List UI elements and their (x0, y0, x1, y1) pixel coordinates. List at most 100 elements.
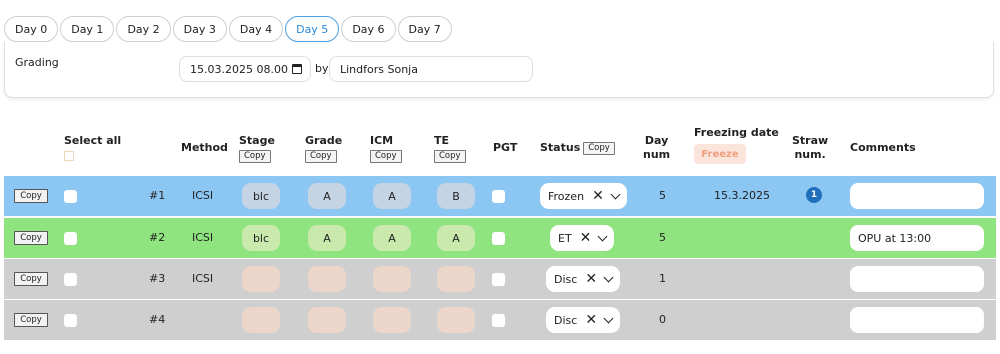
pgt-checkbox[interactable] (492, 273, 505, 286)
embryo-number: #1 (149, 189, 166, 202)
tab-day-7[interactable]: Day 7 (397, 16, 452, 42)
te-field[interactable]: B (437, 183, 475, 209)
tab-day-2[interactable]: Day 2 (116, 16, 171, 42)
row-select-checkbox[interactable] (64, 232, 77, 245)
close-icon[interactable]: ✕ (585, 313, 597, 327)
grading-datetime-field[interactable]: 15.03.2025 08.00 (179, 56, 311, 82)
row-select-checkbox[interactable] (64, 273, 77, 286)
chevron-down-icon[interactable] (597, 231, 608, 241)
tab-day-0[interactable]: Day 0 (4, 16, 59, 42)
stage-field[interactable] (242, 307, 280, 333)
row-copy-button[interactable]: Copy (14, 231, 48, 245)
status-select[interactable]: Disc ✕ (546, 266, 621, 292)
comment-field[interactable] (850, 266, 984, 292)
icm-header: ICM Copy (370, 134, 402, 163)
grade-field[interactable]: A (308, 183, 346, 209)
grade-copy-button[interactable]: Copy (305, 150, 337, 163)
row-copy-button[interactable]: Copy (14, 313, 48, 327)
tab-day-5[interactable]: Day 5 (285, 16, 340, 42)
select-all-header: Select all (64, 134, 121, 161)
grading-datetime-value: 15.03.2025 08.00 (190, 62, 288, 76)
tab-day-6[interactable]: Day 6 (341, 16, 396, 42)
status-select[interactable]: Frozen ✕ (540, 183, 627, 209)
icm-field[interactable] (373, 307, 411, 333)
method-value: ICSI (192, 189, 214, 202)
table-row: Copy #1 ICSI blc A A B Frozen ✕ 5 15.3.2… (4, 176, 996, 216)
status-select[interactable]: Disc ✕ (546, 307, 621, 333)
te-header-label: TE (434, 134, 450, 147)
embryo-number: #3 (149, 272, 166, 285)
chevron-down-icon[interactable] (610, 189, 621, 199)
by-label: by (315, 62, 329, 75)
row-select-checkbox[interactable] (64, 190, 77, 203)
grading-user-value: Lindfors Sonja (340, 62, 418, 76)
day-num-value: 1 (659, 272, 666, 285)
grade-field[interactable] (308, 266, 346, 292)
comment-field[interactable]: OPU at 13:00 (850, 225, 984, 251)
day-num-header: Day num (643, 134, 670, 162)
grading-label: Grading (15, 56, 59, 69)
row-copy-button[interactable]: Copy (14, 189, 48, 203)
tab-day-4[interactable]: Day 4 (228, 16, 284, 42)
status-value: Frozen (548, 189, 585, 203)
select-all-label: Select all (64, 134, 122, 147)
calendar-icon[interactable] (292, 64, 302, 74)
pgt-header: PGT (493, 141, 518, 154)
day-num-value: 5 (659, 231, 666, 244)
freezing-date-header: Freezing date (694, 126, 779, 139)
pgt-checkbox[interactable] (492, 190, 505, 203)
status-header-label: Status (540, 141, 581, 154)
te-copy-button[interactable]: Copy (434, 150, 466, 163)
tab-day-1[interactable]: Day 1 (60, 16, 115, 42)
grade-field[interactable] (308, 307, 346, 333)
stage-field[interactable]: blc (242, 225, 280, 251)
stage-copy-button[interactable]: Copy (239, 150, 271, 163)
icm-field[interactable]: A (373, 225, 411, 251)
chevron-down-icon[interactable] (603, 313, 614, 323)
grade-header-label: Grade (305, 134, 343, 147)
tab-day-3[interactable]: Day 3 (172, 16, 227, 42)
day-num-header-line1: Day (644, 134, 669, 147)
close-icon[interactable]: ✕ (585, 272, 597, 286)
comment-field[interactable] (850, 183, 984, 209)
day-num-header-line2: num (643, 148, 671, 161)
day-num-value: 0 (659, 313, 666, 326)
icm-field[interactable]: A (373, 183, 411, 209)
icm-field[interactable] (373, 266, 411, 292)
status-select[interactable]: ET ✕ (550, 225, 615, 251)
pgt-checkbox[interactable] (492, 314, 505, 327)
stage-field[interactable] (242, 266, 280, 292)
row-select-checkbox[interactable] (64, 314, 77, 327)
close-icon[interactable]: ✕ (580, 231, 592, 245)
method-header: Method (181, 141, 228, 154)
icm-header-label: ICM (370, 134, 394, 147)
icm-copy-button[interactable]: Copy (370, 150, 402, 163)
method-value: ICSI (192, 272, 214, 285)
status-copy-button[interactable]: Copy (583, 141, 615, 155)
pgt-checkbox[interactable] (492, 232, 505, 245)
grading-user-field[interactable]: Lindfors Sonja (329, 56, 533, 82)
close-icon[interactable]: ✕ (592, 189, 604, 203)
status-value: ET (558, 231, 572, 245)
chevron-down-icon[interactable] (603, 272, 614, 282)
te-field[interactable]: A (437, 225, 475, 251)
select-all-checkbox[interactable] (64, 151, 74, 161)
grade-field[interactable]: A (308, 225, 346, 251)
freeze-button[interactable]: Freeze (694, 144, 746, 164)
stage-header-label: Stage (239, 134, 275, 147)
straw-header-line1: Straw (792, 134, 829, 147)
row-copy-button[interactable]: Copy (14, 272, 48, 286)
te-field[interactable] (437, 266, 475, 292)
straw-header-line2: num. (794, 148, 826, 161)
table-row: Copy #3 ICSI Disc ✕ 1 (4, 259, 996, 299)
status-value: Disc (554, 313, 578, 327)
day-tabs: Day 0 Day 1 Day 2 Day 3 Day 4 Day 5 Day … (4, 16, 452, 42)
method-value: ICSI (192, 231, 214, 244)
embryo-number: #2 (149, 231, 166, 244)
table-row: Copy #2 ICSI blc A A A ET ✕ 5 OPU at 13:… (4, 218, 996, 258)
te-field[interactable] (437, 307, 475, 333)
comment-field[interactable] (850, 307, 984, 333)
stage-field[interactable]: blc (242, 183, 280, 209)
te-header: TE Copy (434, 134, 466, 163)
comments-header: Comments (850, 141, 916, 154)
